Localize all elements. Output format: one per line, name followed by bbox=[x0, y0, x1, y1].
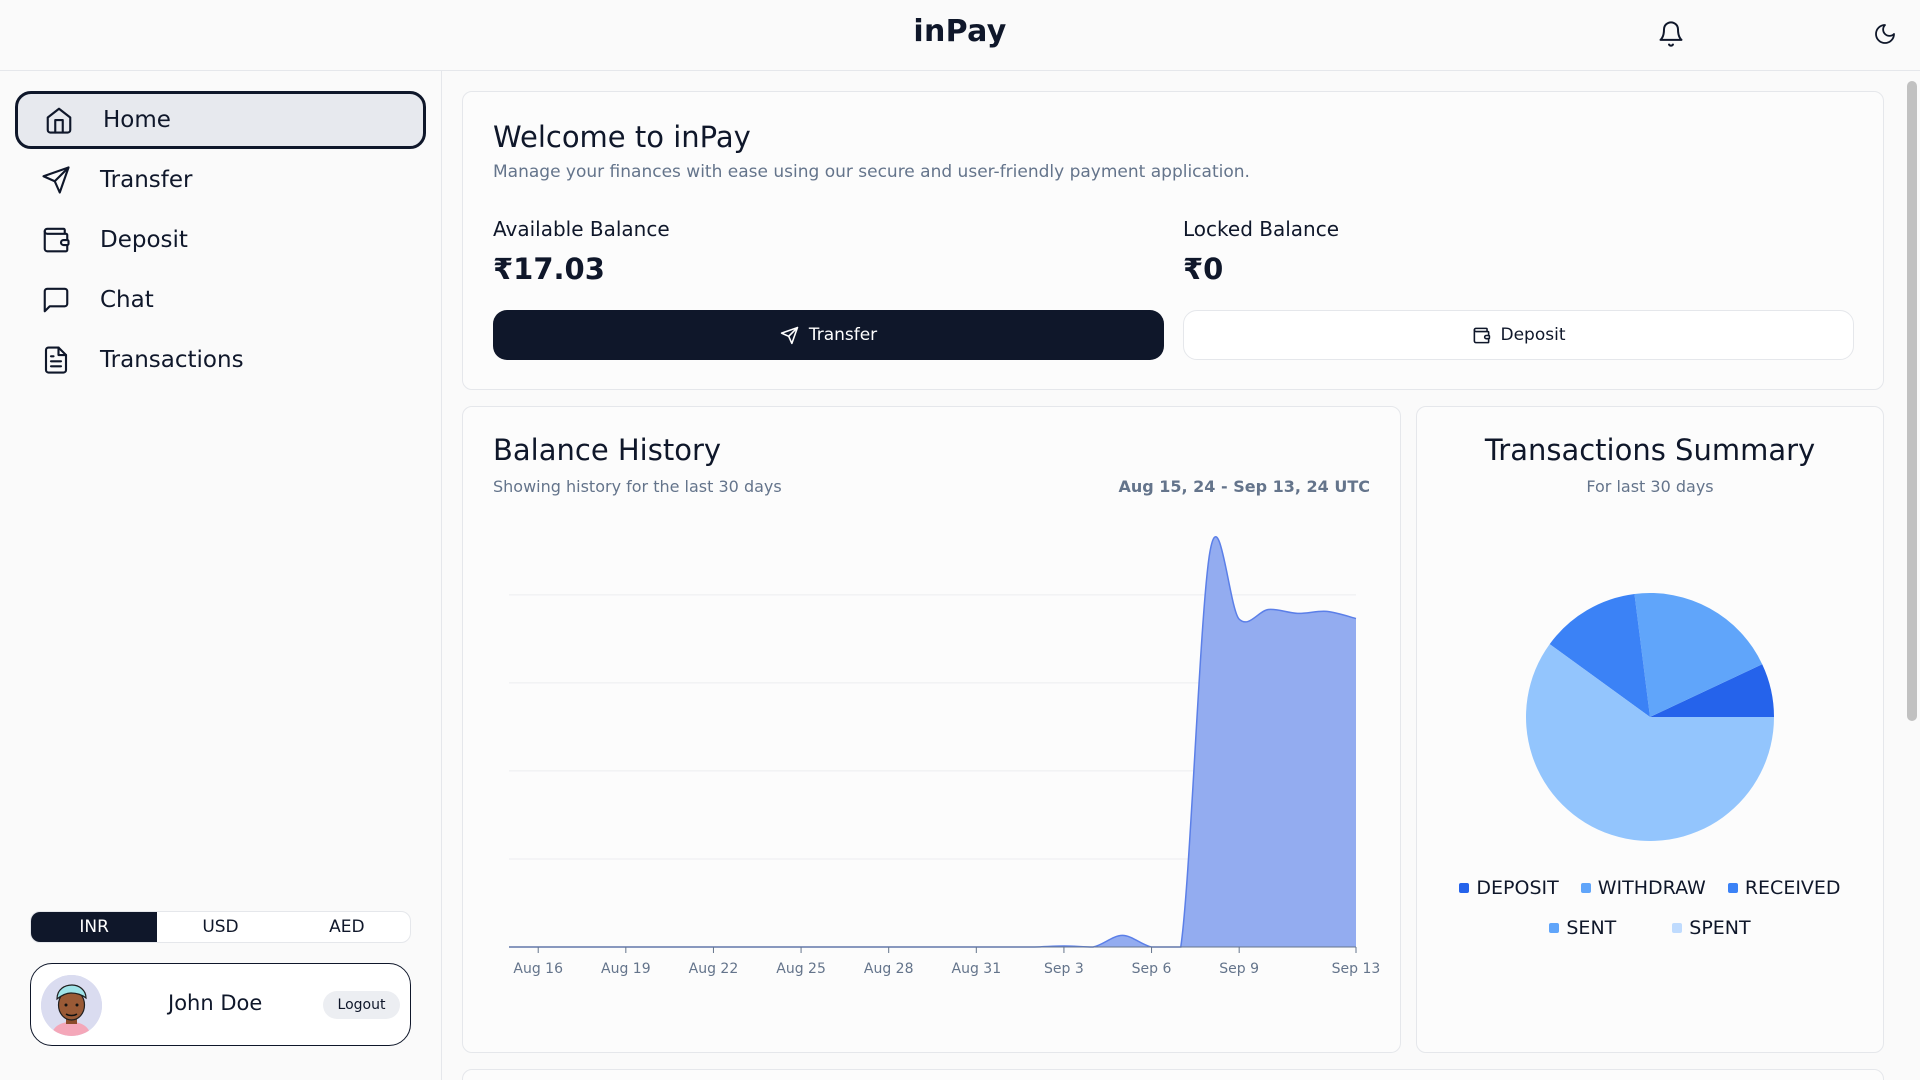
x-tick-label: Aug 16 bbox=[513, 961, 563, 977]
deposit-button-label: Deposit bbox=[1500, 325, 1566, 345]
legend-item-withdraw[interactable]: WITHDRAW bbox=[1580, 877, 1706, 899]
balance-history-subtitle: Showing history for the last 30 days bbox=[493, 477, 782, 496]
x-tick-label: Aug 28 bbox=[864, 961, 914, 977]
sidebar-item-transfer[interactable]: Transfer bbox=[15, 151, 426, 209]
chat-icon bbox=[39, 283, 73, 317]
app-title: inPay bbox=[913, 14, 1007, 49]
transactions-summary-card: Transactions Summary For last 30 days DE… bbox=[1416, 406, 1884, 1053]
home-icon bbox=[42, 103, 76, 137]
currency-option-aed[interactable]: AED bbox=[284, 912, 410, 942]
next-card-partial bbox=[462, 1069, 1884, 1080]
locked-balance-value: ₹0 bbox=[1183, 252, 1224, 286]
sidebar-item-transactions[interactable]: Transactions bbox=[15, 331, 426, 389]
available-balance-value: ₹17.03 bbox=[493, 252, 605, 286]
x-tick-label: Sep 13 bbox=[1332, 961, 1381, 977]
legend-item-sent[interactable]: SENT bbox=[1549, 917, 1616, 939]
legend-swatch bbox=[1459, 883, 1470, 893]
currency-toggle: INR USD AED bbox=[30, 911, 411, 943]
date-range-label: Aug 15, 24 - Sep 13, 24 UTC bbox=[1118, 477, 1370, 496]
currency-option-inr[interactable]: INR bbox=[31, 912, 158, 942]
legend-label: DEPOSIT bbox=[1476, 877, 1559, 899]
scrollbar-thumb[interactable] bbox=[1907, 81, 1917, 721]
balance-history-card: Balance History Showing history for the … bbox=[462, 406, 1401, 1053]
scrollbar[interactable] bbox=[1904, 71, 1920, 1080]
send-icon bbox=[39, 163, 73, 197]
sidebar-item-label: Home bbox=[103, 107, 171, 133]
summary-title: Transactions Summary bbox=[1484, 433, 1816, 467]
user-card: John Doe Logout bbox=[30, 963, 411, 1046]
avatar bbox=[41, 975, 102, 1036]
wallet-icon bbox=[39, 223, 73, 257]
sidebar: Home Transfer Deposit Chat Transactions … bbox=[0, 71, 442, 1080]
balance-history-title: Balance History bbox=[493, 433, 722, 467]
legend-item-spent[interactable]: SPENT bbox=[1672, 917, 1751, 939]
legend-label: SPENT bbox=[1689, 917, 1751, 939]
legend-item-deposit[interactable]: DEPOSIT bbox=[1459, 877, 1559, 899]
wallet-icon bbox=[1472, 326, 1491, 345]
x-tick-label: Aug 31 bbox=[952, 961, 1002, 977]
balance-area bbox=[509, 536, 1356, 947]
x-tick-label: Sep 6 bbox=[1132, 961, 1172, 977]
sidebar-item-label: Transfer bbox=[100, 167, 193, 193]
locked-balance-label: Locked Balance bbox=[1183, 217, 1340, 241]
x-tick-label: Aug 22 bbox=[689, 961, 739, 977]
moon-icon[interactable] bbox=[1869, 18, 1901, 50]
x-tick-label: Aug 25 bbox=[776, 961, 826, 977]
pie-legend-row-1: DEPOSIT WITHDRAW RECEIVED bbox=[1417, 877, 1883, 899]
transactions-pie-chart bbox=[1526, 593, 1774, 842]
sidebar-item-chat[interactable]: Chat bbox=[15, 271, 426, 329]
x-tick-label: Aug 19 bbox=[601, 961, 651, 977]
top-bar: inPay bbox=[0, 0, 1920, 71]
legend-label: SENT bbox=[1566, 917, 1617, 939]
page-title: Welcome to inPay bbox=[493, 120, 751, 154]
sidebar-item-label: Deposit bbox=[100, 227, 188, 253]
legend-swatch bbox=[1727, 883, 1738, 893]
legend-swatch bbox=[1580, 883, 1591, 893]
document-icon bbox=[39, 343, 73, 377]
legend-label: WITHDRAW bbox=[1597, 877, 1706, 899]
currency-option-usd[interactable]: USD bbox=[157, 912, 283, 942]
legend-label: RECEIVED bbox=[1744, 877, 1841, 899]
transfer-button[interactable]: Transfer bbox=[493, 310, 1164, 360]
sidebar-item-label: Chat bbox=[100, 287, 154, 313]
transfer-button-label: Transfer bbox=[808, 325, 878, 345]
summary-subtitle: For last 30 days bbox=[1586, 477, 1714, 496]
welcome-card: Welcome to inPay Manage your finances wi… bbox=[462, 91, 1884, 390]
page-subtitle: Manage your finances with ease using our… bbox=[493, 162, 1250, 182]
pie-legend-row-2: SENT SPENT bbox=[1417, 917, 1883, 939]
sidebar-item-deposit[interactable]: Deposit bbox=[15, 211, 426, 269]
balance-history-chart: Aug 16 Aug 19 Aug 22 Aug 25 Aug 28 Aug 31 Sep … bbox=[508, 536, 1381, 977]
available-balance-label: Available Balance bbox=[493, 217, 670, 241]
legend-swatch bbox=[1549, 923, 1560, 933]
deposit-button[interactable]: Deposit bbox=[1183, 310, 1854, 360]
x-tick-label: Sep 9 bbox=[1219, 961, 1259, 977]
user-name: John Doe bbox=[168, 991, 263, 1015]
legend-swatch bbox=[1672, 923, 1683, 933]
send-icon bbox=[780, 326, 799, 345]
sidebar-item-label: Transactions bbox=[100, 347, 244, 373]
logout-button[interactable]: Logout bbox=[323, 991, 400, 1019]
x-tick-label: Sep 3 bbox=[1044, 961, 1084, 977]
bell-icon[interactable] bbox=[1655, 18, 1687, 50]
legend-item-received[interactable]: RECEIVED bbox=[1727, 877, 1841, 899]
sidebar-item-home[interactable]: Home bbox=[15, 91, 426, 149]
